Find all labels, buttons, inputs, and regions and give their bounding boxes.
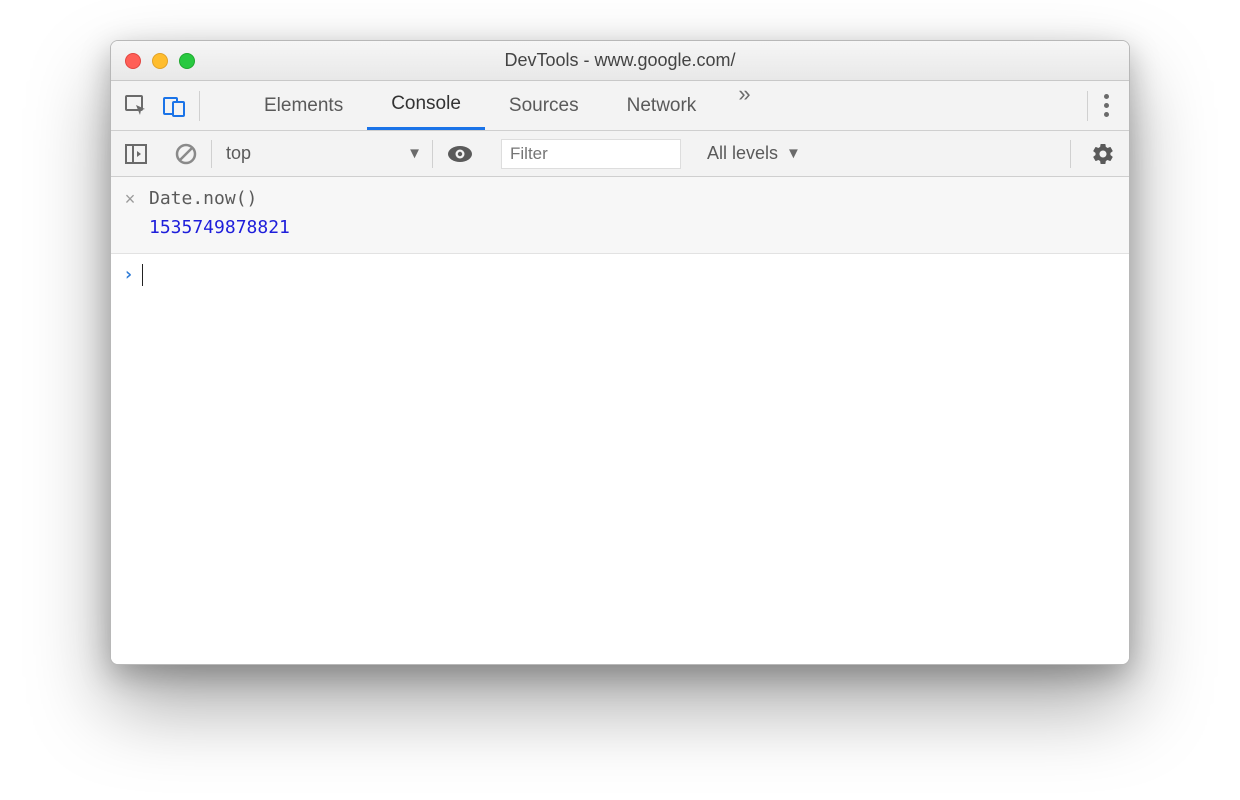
tab-sources[interactable]: Sources <box>485 81 603 130</box>
context-label: top <box>226 143 251 164</box>
delete-history-icon[interactable]: × <box>121 185 139 214</box>
close-window-button[interactable] <box>125 53 141 69</box>
window-title: DevTools - www.google.com/ <box>111 50 1129 71</box>
live-expression-icon[interactable] <box>447 145 473 163</box>
show-console-sidebar-icon[interactable] <box>125 144 147 164</box>
tab-label: Sources <box>509 95 579 117</box>
tab-label: Console <box>391 93 461 115</box>
panel-tabbar: Elements Console Sources Network » <box>111 81 1129 131</box>
console-settings-icon[interactable] <box>1091 142 1115 166</box>
console-prompt[interactable]: › <box>111 254 1129 296</box>
console-input-text: Date.now() <box>149 185 257 214</box>
tab-elements[interactable]: Elements <box>240 81 367 130</box>
zoom-window-button[interactable] <box>179 53 195 69</box>
text-caret <box>142 264 143 286</box>
filter-input[interactable] <box>501 139 681 169</box>
separator <box>1070 140 1071 168</box>
titlebar: DevTools - www.google.com/ <box>111 41 1129 81</box>
minimize-window-button[interactable] <box>152 53 168 69</box>
inspect-element-icon[interactable] <box>125 95 149 117</box>
tab-label: Elements <box>264 95 343 117</box>
log-levels-select[interactable]: All levels ▼ <box>695 131 813 176</box>
device-toolbar-icon[interactable] <box>163 95 185 117</box>
chevron-down-icon: ▼ <box>786 145 801 162</box>
tabs-overflow-button[interactable]: » <box>720 81 768 130</box>
tab-console[interactable]: Console <box>367 81 485 130</box>
tab-label: Network <box>627 95 697 117</box>
more-options-button[interactable] <box>1098 94 1115 117</box>
separator <box>1087 91 1088 121</box>
tab-network[interactable]: Network <box>603 81 721 130</box>
console-toolbar: top ▼ All levels ▼ <box>111 131 1129 177</box>
chevron-right-double-icon: » <box>738 81 750 106</box>
devtools-window: DevTools - www.google.com/ Elements Cons… <box>110 40 1130 665</box>
prompt-chevron-icon: › <box>123 264 134 285</box>
levels-label: All levels <box>707 143 778 164</box>
window-controls <box>125 53 195 69</box>
clear-console-icon[interactable] <box>175 143 197 165</box>
console-history-entry: × Date.now() 1535749878821 <box>111 177 1129 254</box>
console-result-text: 1535749878821 <box>121 214 290 243</box>
chevron-down-icon: ▼ <box>407 145 422 162</box>
separator <box>199 91 200 121</box>
console-body: × Date.now() 1535749878821 › <box>111 177 1129 664</box>
execution-context-select[interactable]: top ▼ <box>212 131 432 176</box>
